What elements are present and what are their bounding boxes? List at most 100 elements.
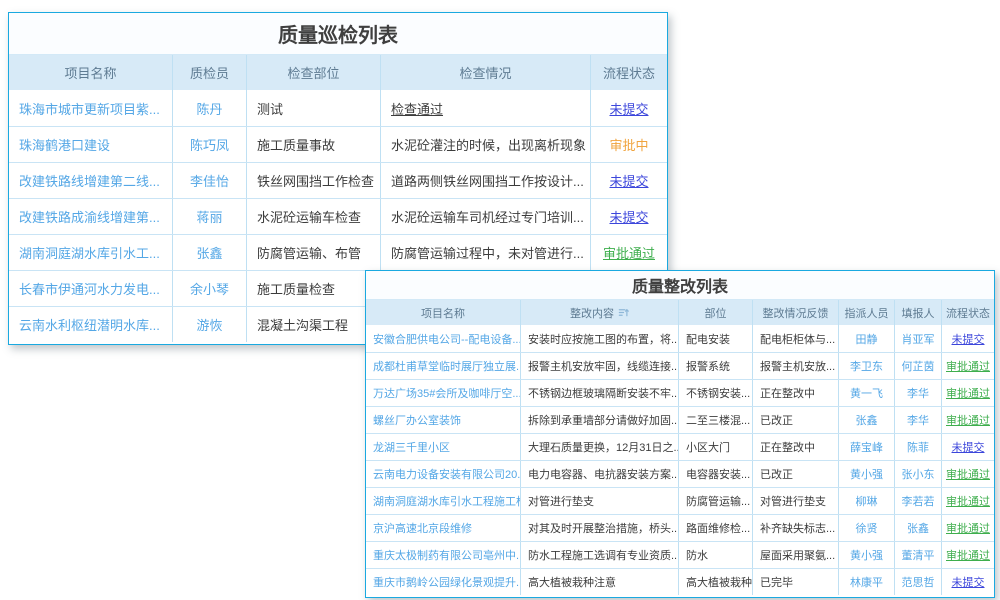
status-badge[interactable]: 未提交: [609, 207, 648, 226]
cell-assignee[interactable]: 张鑫: [839, 407, 895, 433]
reporter-link[interactable]: 何芷茵: [902, 358, 935, 374]
cell-inspector[interactable]: 蒋丽: [173, 199, 247, 234]
project-link[interactable]: 改建铁路线增建第二线...: [19, 171, 160, 190]
cell-inspector[interactable]: 游恢: [173, 307, 247, 342]
cell-project[interactable]: 湖南洞庭湖水库引水工程施工标: [366, 488, 521, 514]
cell-reporter[interactable]: 何芷茵: [895, 353, 942, 379]
cell-status[interactable]: 审批通过: [942, 407, 994, 433]
cell-inspector[interactable]: 张鑫: [173, 235, 247, 270]
cell-status[interactable]: 审批通过: [942, 542, 994, 568]
status-badge[interactable]: 未提交: [952, 331, 985, 347]
cell-inspector[interactable]: 李佳怡: [173, 163, 247, 198]
project-link[interactable]: 珠海市城市更新项目紫...: [19, 99, 160, 118]
status-badge[interactable]: 审批中: [609, 135, 648, 154]
project-link[interactable]: 京沪高速北京段维修: [373, 520, 472, 536]
cell-assignee[interactable]: 李卫东: [839, 353, 895, 379]
reporter-link[interactable]: 范思哲: [902, 574, 935, 590]
project-link[interactable]: 万达广场35#会所及咖啡厅空...: [373, 385, 521, 401]
cell-reporter[interactable]: 董清平: [895, 542, 942, 568]
reporter-link[interactable]: 李若若: [902, 493, 935, 509]
cell-assignee[interactable]: 徐贤: [839, 515, 895, 541]
status-badge[interactable]: 未提交: [609, 171, 648, 190]
inspector-link[interactable]: 蒋丽: [196, 207, 222, 226]
cell-status[interactable]: 未提交: [591, 163, 667, 198]
cell-project[interactable]: 云南电力设备安装有限公司20...: [366, 461, 521, 487]
cell-reporter[interactable]: 范思哲: [895, 569, 942, 595]
cell-project[interactable]: 长春市伊通河水力发电...: [9, 271, 173, 306]
inspector-link[interactable]: 余小琴: [190, 279, 229, 298]
status-badge[interactable]: 审批通过: [946, 358, 990, 374]
status-badge[interactable]: 未提交: [609, 99, 648, 118]
assignee-link[interactable]: 徐贤: [856, 520, 878, 536]
cell-assignee[interactable]: 黄小强: [839, 542, 895, 568]
project-link[interactable]: 重庆太极制药有限公司亳州中...: [373, 547, 521, 563]
assignee-link[interactable]: 田静: [856, 331, 878, 347]
cell-project[interactable]: 珠海市城市更新项目紫...: [9, 90, 173, 126]
status-badge[interactable]: 未提交: [952, 574, 985, 590]
inspector-link[interactable]: 游恢: [196, 315, 222, 334]
status-badge[interactable]: 审批通过: [946, 412, 990, 428]
cell-status[interactable]: 审批通过: [942, 380, 994, 406]
cell-project[interactable]: 改建铁路线增建第二线...: [9, 163, 173, 198]
reporter-link[interactable]: 陈菲: [907, 439, 929, 455]
cell-assignee[interactable]: 林康平: [839, 569, 895, 595]
status-badge[interactable]: 审批通过: [603, 243, 655, 262]
reporter-link[interactable]: 张鑫: [907, 520, 929, 536]
sort-ascending-icon[interactable]: [618, 307, 629, 318]
cell-project[interactable]: 龙湖三千里小区: [366, 434, 521, 460]
assignee-link[interactable]: 林康平: [850, 574, 883, 590]
cell-project[interactable]: 珠海鹤港口建设: [9, 127, 173, 162]
cell-reporter[interactable]: 张小东: [895, 461, 942, 487]
cell-project[interactable]: 万达广场35#会所及咖啡厅空...: [366, 380, 521, 406]
assignee-link[interactable]: 张鑫: [856, 412, 878, 428]
status-badge[interactable]: 审批通过: [946, 547, 990, 563]
cell-assignee[interactable]: 黄小强: [839, 461, 895, 487]
inspector-link[interactable]: 张鑫: [196, 243, 222, 262]
cell-project[interactable]: 重庆太极制药有限公司亳州中...: [366, 542, 521, 568]
cell-inspector[interactable]: 陈巧凤: [173, 127, 247, 162]
cell-reporter[interactable]: 肖亚军: [895, 325, 942, 352]
assignee-link[interactable]: 黄一飞: [850, 385, 883, 401]
status-badge[interactable]: 审批通过: [946, 520, 990, 536]
project-link[interactable]: 改建铁路成渝线增建第...: [19, 207, 160, 226]
status-badge[interactable]: 审批通过: [946, 466, 990, 482]
cell-status[interactable]: 审批通过: [942, 488, 994, 514]
cell-status[interactable]: 审批通过: [942, 515, 994, 541]
inspector-link[interactable]: 陈丹: [196, 99, 222, 118]
cell-reporter[interactable]: 李华: [895, 380, 942, 406]
cell-status[interactable]: 审批通过: [942, 353, 994, 379]
reporter-link[interactable]: 李华: [907, 412, 929, 428]
cell-reporter[interactable]: 陈菲: [895, 434, 942, 460]
cell-status[interactable]: 未提交: [591, 90, 667, 126]
cell-project[interactable]: 湖南洞庭湖水库引水工...: [9, 235, 173, 270]
cell-assignee[interactable]: 田静: [839, 325, 895, 352]
assignee-link[interactable]: 薛宝峰: [850, 439, 883, 455]
reporter-link[interactable]: 肖亚军: [902, 331, 935, 347]
cell-project[interactable]: 改建铁路成渝线增建第...: [9, 199, 173, 234]
reporter-link[interactable]: 张小东: [902, 466, 935, 482]
project-link[interactable]: 云南水利枢纽潜明水库...: [19, 315, 160, 334]
status-badge[interactable]: 审批通过: [946, 385, 990, 401]
cell-inspector[interactable]: 陈丹: [173, 90, 247, 126]
cell-project[interactable]: 京沪高速北京段维修: [366, 515, 521, 541]
status-badge[interactable]: 审批通过: [946, 493, 990, 509]
cell-assignee[interactable]: 薛宝峰: [839, 434, 895, 460]
cell-status[interactable]: 审批通过: [942, 461, 994, 487]
cell-status[interactable]: 未提交: [942, 569, 994, 595]
cell-project[interactable]: 云南水利枢纽潜明水库...: [9, 307, 173, 342]
inspector-link[interactable]: 陈巧凤: [190, 135, 229, 154]
cell-status[interactable]: 未提交: [591, 199, 667, 234]
project-link[interactable]: 湖南洞庭湖水库引水工程施工标: [373, 493, 521, 509]
cell-assignee[interactable]: 柳琳: [839, 488, 895, 514]
project-link[interactable]: 云南电力设备安装有限公司20...: [373, 466, 521, 482]
assignee-link[interactable]: 李卫东: [850, 358, 883, 374]
project-link[interactable]: 龙湖三千里小区: [373, 439, 450, 455]
cell-status[interactable]: 审批中: [591, 127, 667, 162]
reporter-link[interactable]: 李华: [907, 385, 929, 401]
project-link[interactable]: 重庆市鹅岭公园绿化景观提升...: [373, 574, 521, 590]
assignee-link[interactable]: 黄小强: [850, 547, 883, 563]
status-badge[interactable]: 未提交: [952, 439, 985, 455]
cell-assignee[interactable]: 黄一飞: [839, 380, 895, 406]
cell-status[interactable]: 未提交: [942, 434, 994, 460]
cell-inspector[interactable]: 余小琴: [173, 271, 247, 306]
